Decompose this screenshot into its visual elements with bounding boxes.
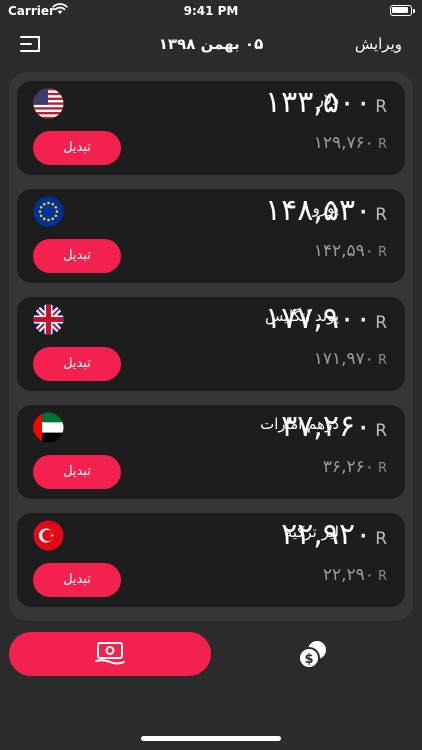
currency-card-gbp[interactable]: پوند انگلیس تبدیل ۱۷۷,۹۰۰ R ۱۷۱,۹۷۰ R [17, 297, 405, 391]
previous-rate: ۲۲,۲۹۰ R [323, 565, 387, 585]
coins-icon: $ [298, 641, 326, 669]
rate-unit: R [375, 313, 387, 333]
rate-unit: R [377, 245, 387, 260]
turkey-flag-icon [33, 520, 64, 551]
current-rate: ۱۴۸,۵۳۰ R [265, 193, 387, 228]
previous-rate: ۱۷۱,۹۷۰ R [314, 349, 387, 369]
current-rate: ۱۳۳,۵۰۰ R [265, 85, 387, 120]
rate-value: ۱۴۸,۵۳۰ [264, 193, 372, 228]
navigation-bar: ۰۵ بهمن ۱۳۹۸ ویرایش [0, 22, 422, 66]
rate-unit: R [375, 97, 387, 117]
rate-unit: R [377, 569, 387, 584]
current-rate: ۲۲,۹۲۰ R [281, 517, 387, 552]
home-indicator [141, 736, 281, 741]
rate-value: ۲۲,۹۲۰ [281, 517, 372, 552]
current-rate: ۱۷۷,۹۰۰ R [265, 301, 387, 336]
previous-rate-value: ۱۲۹,۷۶۰ [313, 133, 374, 153]
tab-coins[interactable]: $ [296, 638, 330, 672]
previous-rate: ۱۴۲,۵۹۰ R [314, 241, 387, 261]
convert-button[interactable]: تبدیل [33, 239, 121, 273]
previous-rate: ۳۶,۲۶۰ R [323, 457, 387, 477]
previous-rate-value: ۱۴۲,۵۹۰ [313, 241, 374, 261]
battery-icon [390, 5, 415, 16]
clock: 9:41 PM [183, 4, 239, 18]
banknote-icon [95, 642, 125, 665]
rate-value: ۳۷,۲۶۰ [281, 409, 372, 444]
rate-unit: R [377, 461, 387, 476]
tab-bar: $ [0, 628, 422, 684]
uae-flag-icon [33, 412, 64, 443]
convert-button[interactable]: تبدیل [33, 563, 121, 597]
status-bar: Carrier 9:41 PM [0, 0, 422, 22]
rate-unit: R [375, 529, 387, 549]
currency-list[interactable]: دلار تبدیل ۱۳۳,۵۰۰ R ۱۲۹,۷۶۰ R یورو تبدی… [9, 72, 413, 621]
convert-button[interactable]: تبدیل [33, 131, 121, 165]
previous-rate: ۱۲۹,۷۶۰ R [314, 133, 387, 153]
current-rate: ۳۷,۲۶۰ R [281, 409, 387, 444]
convert-button[interactable]: تبدیل [33, 455, 121, 489]
eu-flag-icon [33, 196, 64, 227]
currency-card-try[interactable]: لیر ترکیه تبدیل ۲۲,۹۲۰ R ۲۲,۲۹۰ R [17, 513, 405, 607]
currency-card-aed[interactable]: درهم امارات تبدیل ۳۷,۲۶۰ R ۳۶,۲۶۰ R [17, 405, 405, 499]
rate-unit: R [375, 205, 387, 225]
edit-button[interactable]: ویرایش [355, 35, 402, 53]
tab-currency-rates[interactable] [9, 632, 211, 676]
convert-button[interactable]: تبدیل [33, 347, 121, 381]
previous-rate-value: ۲۲,۲۹۰ [322, 565, 374, 585]
rate-unit: R [375, 421, 387, 441]
rate-value: ۱۷۷,۹۰۰ [264, 301, 372, 336]
currency-card-eur[interactable]: یورو تبدیل ۱۴۸,۵۳۰ R ۱۴۲,۵۹۰ R [17, 189, 405, 283]
rate-unit: R [377, 353, 387, 368]
previous-rate-value: ۱۷۱,۹۷۰ [313, 349, 374, 369]
svg-text:$: $ [304, 652, 313, 667]
rate-unit: R [377, 137, 387, 152]
rate-value: ۱۳۳,۵۰۰ [264, 85, 372, 120]
currency-card-usd[interactable]: دلار تبدیل ۱۳۳,۵۰۰ R ۱۲۹,۷۶۰ R [17, 81, 405, 175]
us-flag-icon [33, 88, 64, 119]
uk-flag-icon [33, 304, 64, 335]
previous-rate-value: ۳۶,۲۶۰ [322, 457, 374, 477]
